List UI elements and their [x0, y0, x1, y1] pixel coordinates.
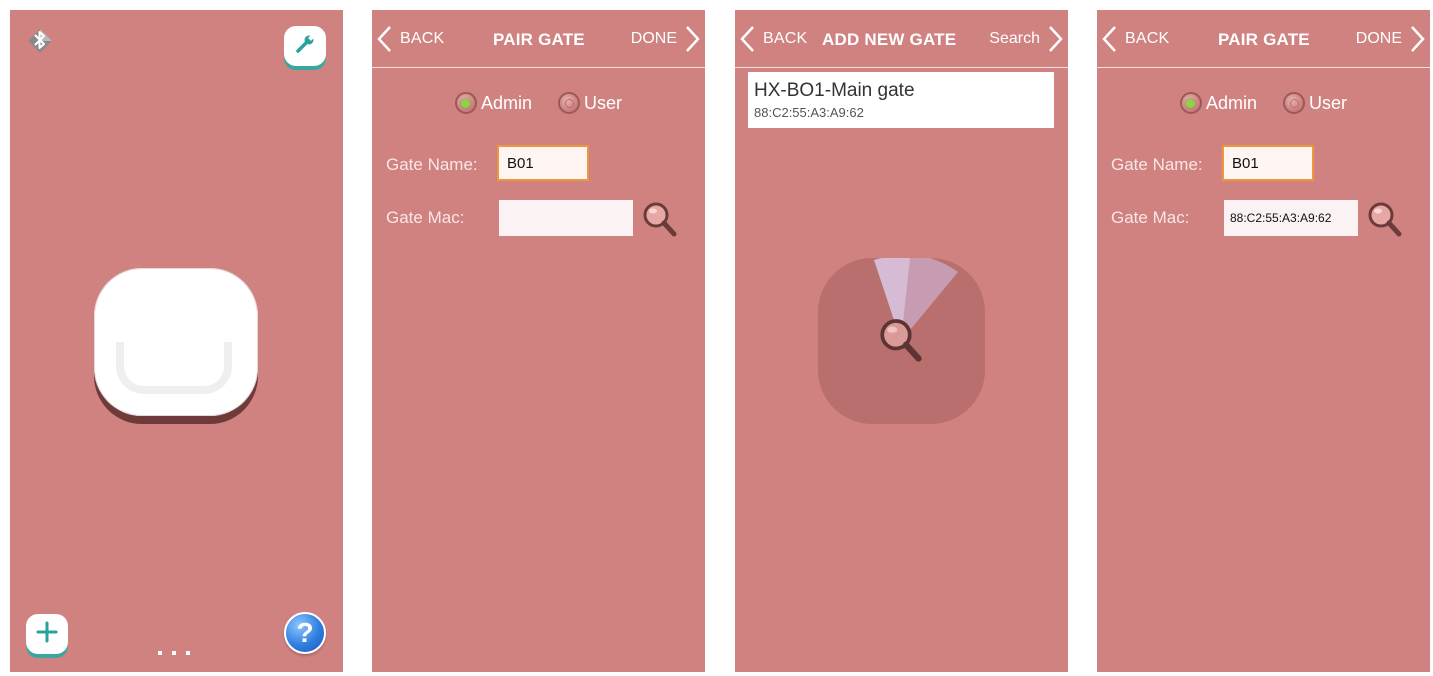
done-label: DONE: [1355, 30, 1402, 47]
chevron-right-icon: [1049, 26, 1063, 52]
page-dot: [158, 651, 162, 655]
gate-name-value: B01: [507, 154, 534, 172]
radio-unselected-icon: [1283, 92, 1305, 114]
chevron-left-icon: [1102, 26, 1116, 52]
chevron-right-icon: [1411, 26, 1425, 52]
plus-icon: [35, 620, 59, 649]
page-indicator: [158, 651, 190, 655]
done-button[interactable]: DONE: [631, 24, 701, 54]
radio-admin[interactable]: Admin: [1179, 92, 1257, 114]
wrench-icon: [293, 32, 317, 61]
add-gate-button[interactable]: [26, 614, 68, 654]
back-label: BACK: [763, 30, 808, 47]
list-item[interactable]: HX-BO1-Main gate 88:C2:55:A3:A9:62: [748, 72, 1054, 128]
radio-user[interactable]: User: [1283, 92, 1347, 114]
search-icon[interactable]: [1365, 200, 1405, 245]
pair-gate-screen: BACK PAIR GATE DONE Admin User Gate Name…: [1097, 10, 1430, 672]
back-button[interactable]: BACK: [739, 24, 807, 54]
gate-name-label: Gate Name:: [386, 155, 478, 174]
radio-admin-label: Admin: [1205, 92, 1257, 113]
radio-selected-icon: [1179, 92, 1202, 114]
top-bar: BACK PAIR GATE DONE: [1097, 10, 1430, 68]
gate-name-field[interactable]: B01: [497, 145, 589, 181]
back-label: BACK: [400, 30, 445, 47]
gate-mac-field[interactable]: 88:C2:55:A3:A9:62: [1224, 200, 1358, 236]
radio-user-label: User: [584, 92, 623, 113]
home-screen: ?: [10, 10, 343, 672]
gate-device-name: HX-BO1-Main gate: [754, 80, 915, 101]
gate-name-value: B01: [1232, 154, 1259, 172]
gate-name-label: Gate Name:: [1111, 155, 1203, 174]
gate-open-button[interactable]: [94, 268, 258, 416]
search-icon[interactable]: [640, 200, 680, 245]
gate-icon: [116, 342, 232, 394]
search-icon: [876, 316, 926, 371]
settings-button[interactable]: [284, 26, 326, 66]
back-button[interactable]: BACK: [1101, 24, 1169, 54]
top-bar: BACK ADD NEW GATE Search: [735, 10, 1068, 68]
gate-mac-label: Gate Mac:: [386, 208, 465, 227]
done-label: DONE: [630, 30, 677, 47]
bluetooth-icon[interactable]: [24, 24, 56, 61]
radio-unselected-icon: [558, 92, 580, 114]
scanning-radar: [818, 258, 985, 424]
page-title: ADD NEW GATE: [822, 30, 957, 49]
help-button[interactable]: ?: [284, 612, 326, 654]
radio-user[interactable]: User: [558, 92, 622, 114]
page-title: PAIR GATE: [1218, 30, 1310, 49]
radio-admin[interactable]: Admin: [454, 92, 532, 114]
role-selector: Admin User: [1097, 92, 1430, 114]
search-label: Search: [989, 30, 1040, 47]
chevron-right-icon: [686, 26, 700, 52]
page-title: PAIR GATE: [493, 30, 585, 49]
search-button[interactable]: Search: [989, 24, 1064, 54]
page-dot: [172, 651, 176, 655]
question-icon: ?: [296, 617, 314, 648]
done-button[interactable]: DONE: [1356, 24, 1426, 54]
back-label: BACK: [1125, 30, 1170, 47]
gate-device-mac: 88:C2:55:A3:A9:62: [754, 105, 864, 120]
add-new-gate-screen: BACK ADD NEW GATE Search HX-BO1-Main gat…: [735, 10, 1068, 672]
radio-admin-label: Admin: [480, 92, 532, 113]
chevron-left-icon: [377, 26, 391, 52]
chevron-left-icon: [740, 26, 754, 52]
radio-user-label: User: [1309, 92, 1348, 113]
page-dot: [186, 651, 190, 655]
top-bar: BACK PAIR GATE DONE: [372, 10, 705, 68]
gate-name-field[interactable]: B01: [1222, 145, 1314, 181]
role-selector: Admin User: [372, 92, 705, 114]
gate-mac-label: Gate Mac:: [1111, 208, 1190, 227]
gate-mac-value: 88:C2:55:A3:A9:62: [1230, 211, 1332, 225]
gate-mac-field[interactable]: [499, 200, 633, 236]
back-button[interactable]: BACK: [376, 24, 444, 54]
pair-gate-screen: BACK PAIR GATE DONE Admin User Gate Name…: [372, 10, 705, 672]
radio-selected-icon: [454, 92, 477, 114]
